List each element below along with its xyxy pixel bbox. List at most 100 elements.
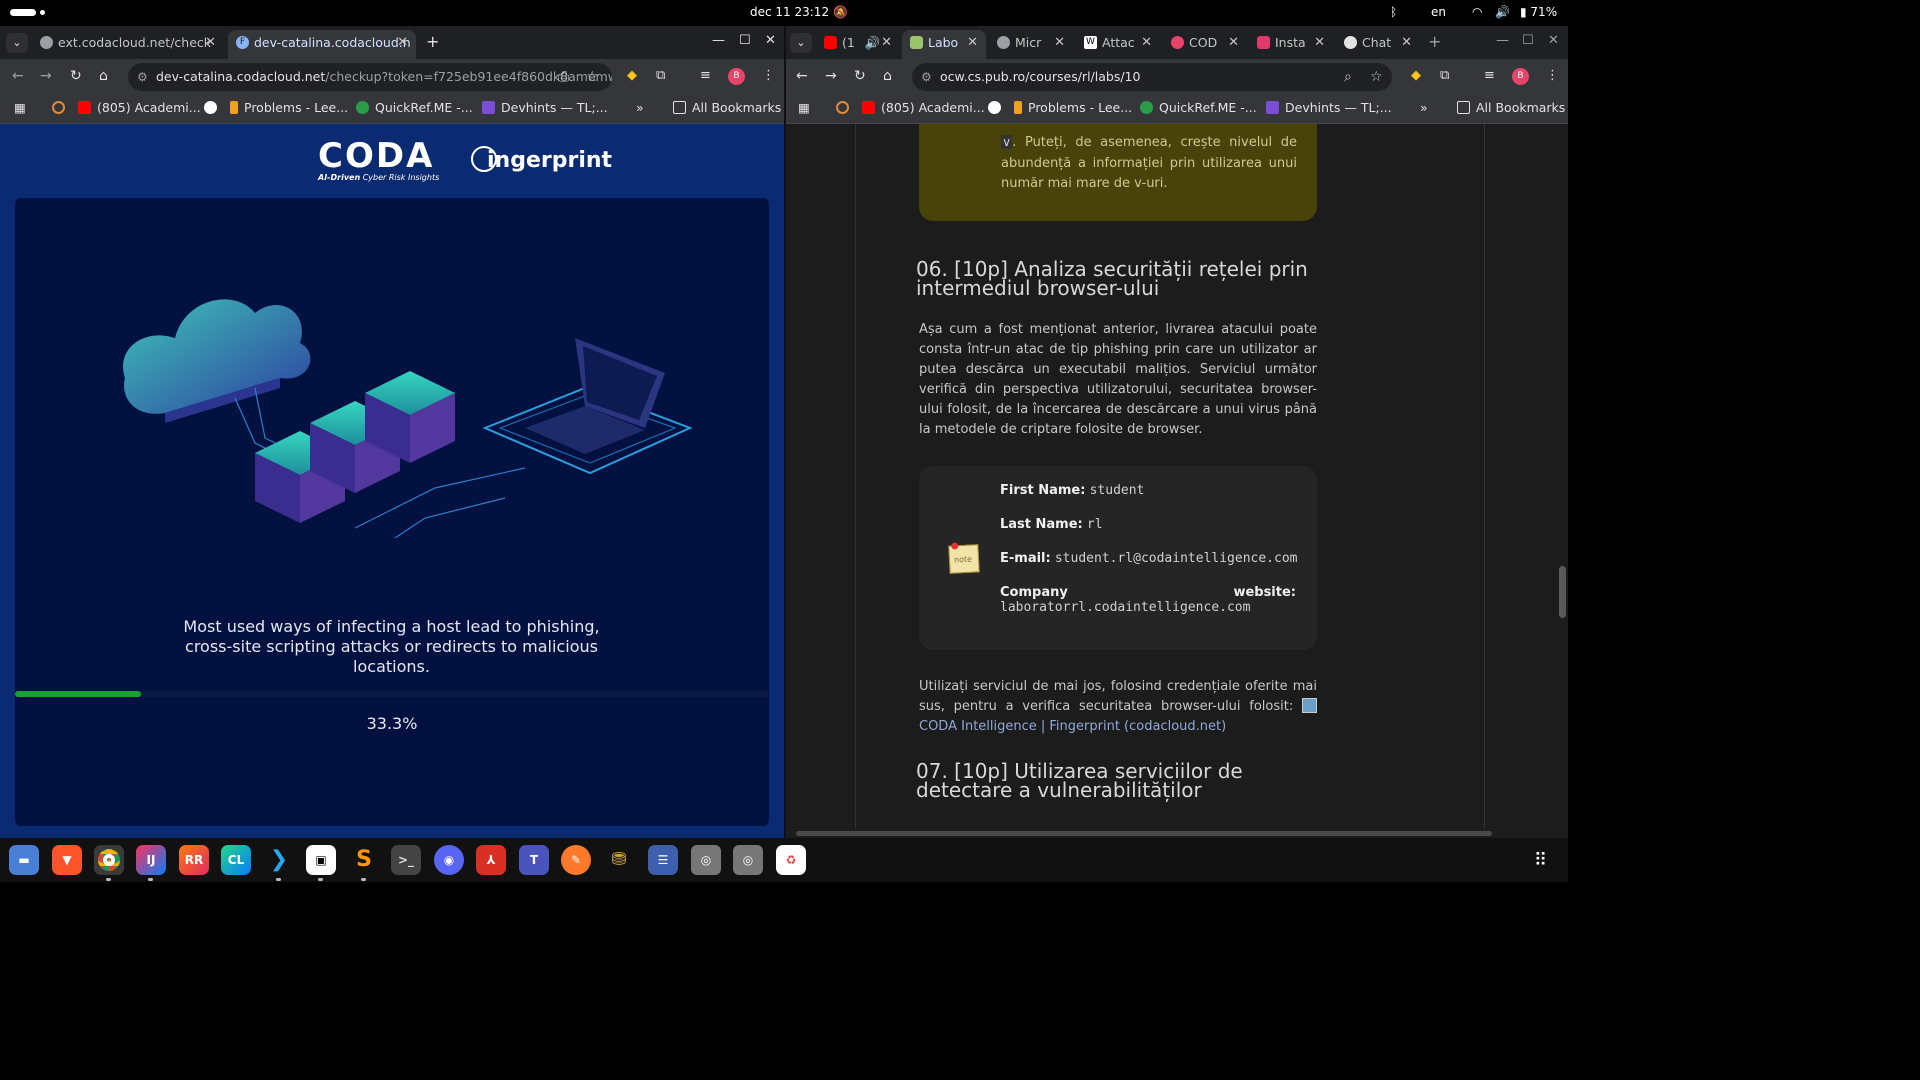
close-window-button[interactable]: ✕ [1548,33,1559,48]
coda-fingerprint-link[interactable]: CODA Intelligence | Fingerprint (codaclo… [919,719,1226,734]
reload-icon[interactable]: ↻ [70,68,82,84]
forward-icon[interactable]: → [40,68,52,84]
maximize-button[interactable]: ☐ [739,33,751,48]
activities-indicator[interactable] [10,9,36,16]
extensions-puzzle-icon[interactable]: ⧉ [1440,68,1449,83]
extensions-puzzle-icon[interactable]: ⧉ [656,68,665,83]
home-icon[interactable]: ⌂ [883,68,892,84]
disk-icon[interactable]: ◎ [691,845,721,875]
all-bookmarks-button[interactable]: All Bookmarks [1457,100,1565,115]
bluetooth-icon[interactable]: ᛒ [1390,5,1397,19]
minimize-button[interactable]: — [712,33,725,48]
address-bar[interactable]: ⚙ ocw.cs.pub.ro/courses/rl/labs/10 ⌕ ☆ [912,63,1392,91]
close-tab-icon[interactable]: ✕ [1401,30,1412,56]
disk2-icon[interactable]: ◎ [733,845,763,875]
apps-grid-icon[interactable]: ▦ [798,100,810,115]
tab-dev-catalina[interactable]: F dev-catalina.codacloud.n ✕ [228,30,416,59]
files-icon[interactable]: ▬ [9,845,39,875]
google-icon[interactable] [988,100,1007,115]
bookmark-youtube[interactable]: (805) Academi... [862,100,985,115]
bookmark-leetcode[interactable]: Problems - Lee... [230,100,348,115]
terminal-icon[interactable]: >_ [391,845,421,875]
brave-icon[interactable]: ▼ [52,845,82,875]
horizontal-scrollbar[interactable] [786,828,1568,838]
bookmark-quickref[interactable]: QuickRef.ME -... [356,100,473,115]
close-tab-icon[interactable]: ✕ [397,30,408,56]
new-tab-button[interactable]: + [426,32,439,51]
bookmark-devhints[interactable]: Devhints — TL;... [482,100,608,115]
close-tab-icon[interactable]: ✕ [1314,30,1325,56]
vertical-scrollbar[interactable] [1556,124,1568,838]
media-control-icon[interactable]: ≡ [1484,68,1495,83]
scrollbar-thumb[interactable] [796,831,1492,836]
new-tab-button[interactable]: + [1428,32,1441,51]
rustrover-icon[interactable]: RR [179,845,209,875]
tab-youtube[interactable]: (1 🔊 ✕ [816,30,900,59]
site-info-icon[interactable]: ⚙ [921,63,932,91]
discord-icon[interactable]: ◉ [434,845,464,875]
forward-icon[interactable]: → [825,68,837,84]
close-window-button[interactable]: ✕ [765,33,776,48]
address-bar[interactable]: ⚙ dev-catalina.codacloud.net/checkup?tok… [128,63,612,91]
wifi-icon[interactable]: ◠ [1472,5,1482,19]
system-clock[interactable]: dec 11 23:12 [750,5,829,19]
tab-chatgpt[interactable]: Chat ✕ [1336,30,1420,59]
intellij-icon[interactable]: IJ [136,845,166,881]
back-icon[interactable]: ← [12,68,24,84]
back-icon[interactable]: ← [796,68,808,84]
close-tab-icon[interactable]: ✕ [1228,30,1239,56]
tab-attack-wikipedia[interactable]: W Attac ✕ [1076,30,1160,59]
bookmark-folder-circle-icon[interactable] [836,100,855,115]
volume-icon[interactable]: 🔊 [1495,5,1510,19]
menu-kebab-icon[interactable]: ⋮ [1546,68,1559,83]
vscode-icon[interactable]: ❯ [264,845,294,881]
pdf-icon[interactable]: ⅄ [476,845,506,875]
tab-ext-codacloud[interactable]: ext.codacloud.net/check ✕ [32,30,224,59]
apps-grid-icon[interactable]: ▦ [14,100,26,115]
close-tab-icon[interactable]: ✕ [205,30,216,56]
network-icon[interactable]: ⛃ [604,845,634,875]
profile-avatar[interactable]: B [728,68,745,85]
profile-avatar[interactable]: B [1512,68,1529,85]
bookmark-folder-circle-icon[interactable] [52,100,71,115]
tab-search-button[interactable]: ⌄ [790,33,812,53]
show-apps-icon[interactable]: ⠿ [1534,850,1547,871]
sublime-icon[interactable]: S [349,845,379,881]
language-indicator[interactable]: en [1431,5,1446,19]
menu-kebab-icon[interactable]: ⋮ [762,68,775,83]
tab-coda[interactable]: COD ✕ [1163,30,1247,59]
media-control-icon[interactable]: ≡ [700,68,711,83]
minimize-button[interactable]: — [1496,33,1509,48]
extension-icon[interactable]: ◆ [627,68,637,83]
extension-icon[interactable]: ◆ [1411,68,1421,83]
home-icon[interactable]: ⌂ [99,68,108,84]
tab-search-button[interactable]: ⌄ [6,33,28,53]
chrome-icon[interactable] [94,845,124,881]
close-tab-icon[interactable]: ✕ [1141,30,1152,56]
bookmark-star-icon[interactable]: ☆ [586,63,599,91]
close-tab-icon[interactable]: ✕ [967,30,978,56]
tab-microsoft[interactable]: Micr ✕ [989,30,1073,59]
all-bookmarks-button[interactable]: All Bookmarks [673,100,781,115]
battery-indicator[interactable]: ▮ 71% [1520,5,1557,19]
trash-icon[interactable]: ♻ [776,845,806,875]
close-tab-icon[interactable]: ✕ [881,30,892,56]
reload-icon[interactable]: ↻ [854,68,866,84]
site-info-icon[interactable]: ⚙ [137,63,148,91]
bookmark-leetcode[interactable]: Problems - Lee... [1014,100,1132,115]
tab-instagram[interactable]: Insta ✕ [1249,30,1333,59]
close-tab-icon[interactable]: ✕ [1054,30,1065,56]
google-icon[interactable] [204,100,223,115]
bookmark-star-icon[interactable]: ☆ [1370,63,1383,91]
clion-icon[interactable]: CL [221,845,251,875]
bookmark-youtube[interactable]: (805) Academi... [78,100,201,115]
bookmark-quickref[interactable]: QuickRef.ME -... [1140,100,1257,115]
install-app-icon[interactable]: ⎙ [558,63,569,91]
zoom-icon[interactable]: ⌕ [1344,63,1352,91]
maximize-button[interactable]: ☐ [1522,33,1534,48]
scrollbar-thumb[interactable] [1559,566,1566,618]
pen-icon[interactable]: ✎ [561,845,591,875]
bookmarks-overflow-button[interactable]: » [636,100,644,115]
tab-laboratory[interactable]: Labo ✕ [902,30,986,59]
bookmark-devhints[interactable]: Devhints — TL;... [1266,100,1392,115]
